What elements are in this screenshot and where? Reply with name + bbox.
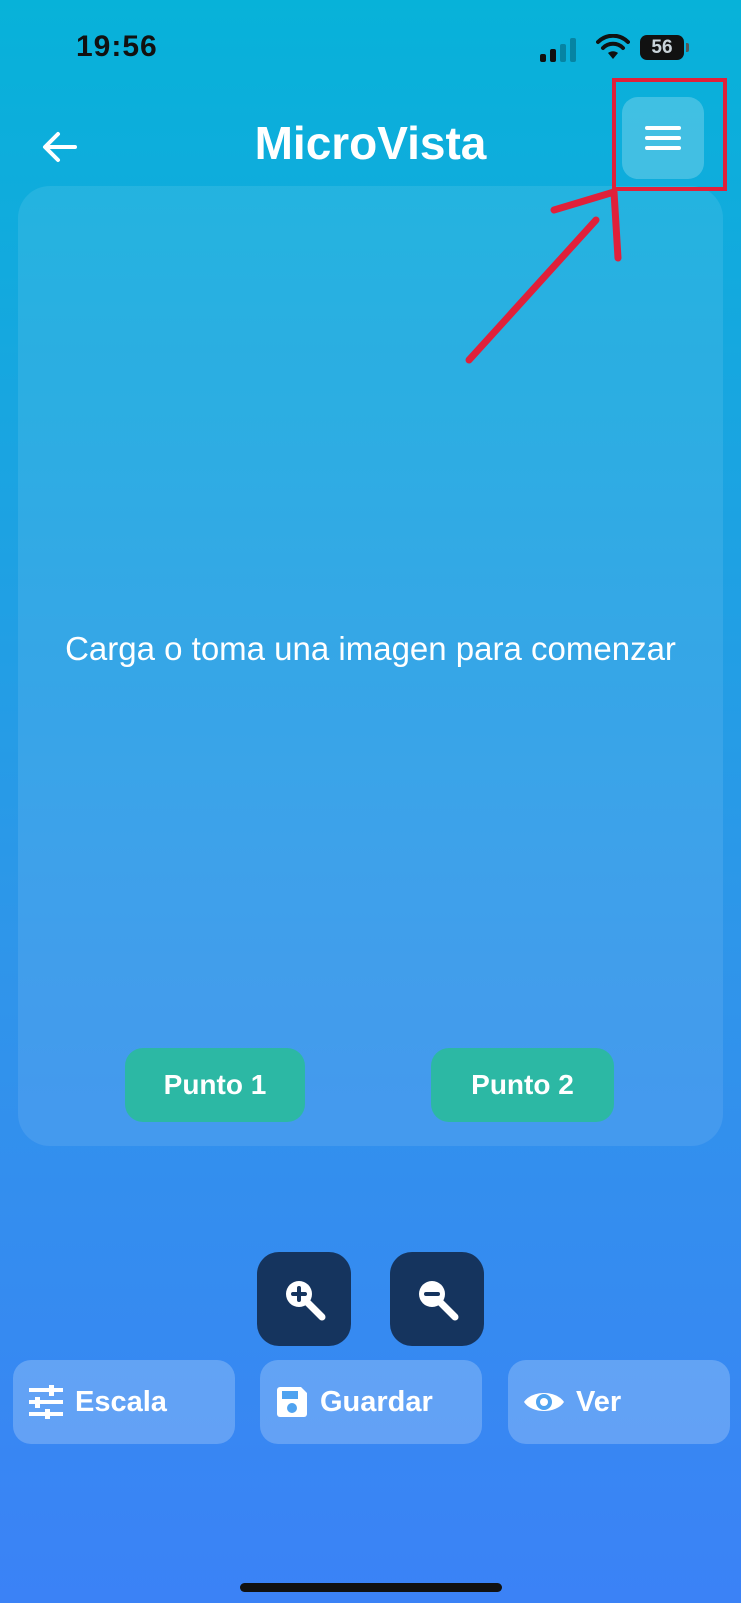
annotation-highlight-box [612, 78, 727, 191]
annotation-overlay [465, 78, 727, 364]
annotation-arrow-icon [465, 188, 622, 364]
